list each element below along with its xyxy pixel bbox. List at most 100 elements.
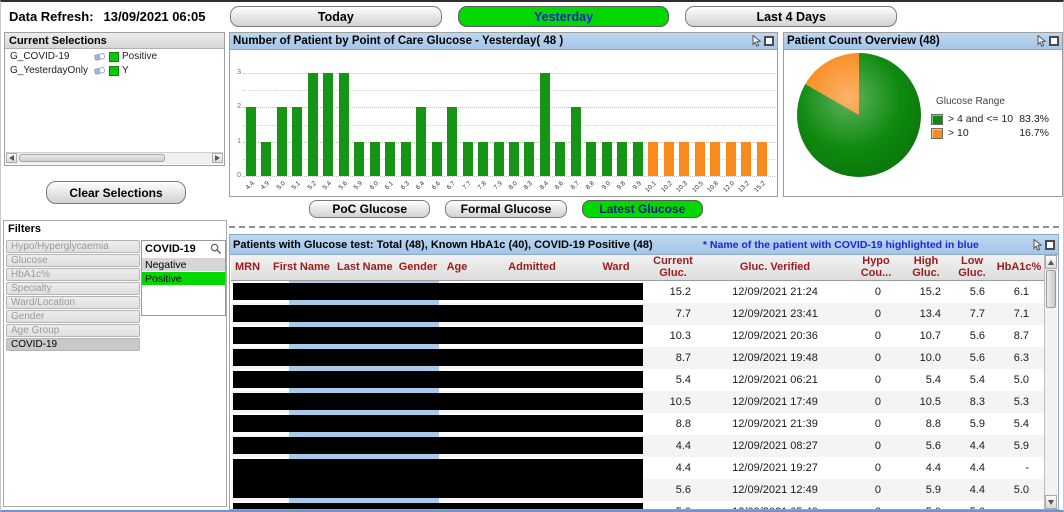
table-row[interactable]: 7.712/09/2021 23:41013.47.77.1 <box>231 303 1044 325</box>
table-row[interactable]: 4.412/09/2021 08:2705.64.45.9 <box>231 435 1044 457</box>
bar-4-9[interactable] <box>261 142 271 176</box>
bar-6-6[interactable] <box>432 142 442 176</box>
cell: 15.2 <box>903 281 949 303</box>
table-row[interactable]: 4.412/09/2021 19:2704.44.4- <box>231 457 1044 479</box>
bar-5-1[interactable] <box>292 107 302 176</box>
filter-item-glucose[interactable]: Glucose <box>6 254 140 267</box>
maximize-icon[interactable] <box>764 36 774 46</box>
scroll-up-icon[interactable] <box>1045 255 1057 269</box>
filter-item-gender[interactable]: Gender <box>6 310 140 323</box>
covid-option-positive[interactable]: Positive <box>142 272 225 285</box>
bar-9-9[interactable] <box>633 142 643 176</box>
time-button-yesterday[interactable]: Yesterday <box>458 6 670 27</box>
cell: 4.4 <box>903 457 949 479</box>
column-header-gender[interactable]: Gender <box>399 255 437 280</box>
eraser-icon[interactable] <box>94 52 106 62</box>
eraser-icon[interactable] <box>94 66 106 76</box>
table-row[interactable]: 5.612/09/2021 12:4905.94.45.0 <box>231 479 1044 501</box>
table-row[interactable]: 5.412/09/2021 06:2105.45.45.0 <box>231 369 1044 391</box>
bar-10-2[interactable] <box>664 142 674 176</box>
bar-7-9[interactable] <box>494 142 504 176</box>
bar-5-0[interactable] <box>277 107 287 176</box>
column-header-low[interactable]: LowGluc. <box>949 255 995 280</box>
bar-6-4[interactable] <box>416 107 426 176</box>
filter-item-specialty[interactable]: Specialty <box>6 282 140 295</box>
bar-10-5[interactable] <box>695 142 705 176</box>
column-header-current[interactable]: CurrentGluc. <box>645 255 701 280</box>
bar-13-2[interactable] <box>741 142 751 176</box>
bar-10-1[interactable] <box>648 142 658 176</box>
time-button-today[interactable]: Today <box>230 6 442 27</box>
column-header-hba1c[interactable]: HbA1c% <box>995 255 1043 280</box>
filter-item-covid-19[interactable]: COVID-19 <box>6 338 140 351</box>
bar-10-8[interactable] <box>710 142 720 176</box>
bar-8-0[interactable] <box>509 142 519 176</box>
search-icon[interactable] <box>210 243 222 255</box>
column-header-admitted[interactable]: Admitted <box>477 255 587 280</box>
filter-item-age-group[interactable]: Age Group <box>6 324 140 337</box>
glucose-button-poc-glucose[interactable]: PoC Glucose <box>309 200 430 218</box>
column-header-ward[interactable]: Ward <box>587 255 645 280</box>
bar-6-0[interactable] <box>370 142 380 176</box>
bar-6-1[interactable] <box>385 142 395 176</box>
covid-option-negative[interactable]: Negative <box>142 258 225 271</box>
legend-row-4-and-10[interactable]: > 4 and <= 1083.3% <box>931 112 1049 126</box>
cell <box>269 325 333 347</box>
glucose-button-latest-glucose[interactable]: Latest Glucose <box>582 200 703 218</box>
column-header-last-name[interactable]: Last Name <box>333 255 399 280</box>
bar-5-2[interactable] <box>308 73 318 176</box>
bar-8-4[interactable] <box>540 73 550 176</box>
filter-item-hba1c[interactable]: HbA1c% <box>6 268 140 281</box>
bar-8-7[interactable] <box>571 107 581 176</box>
cell: 0 <box>849 413 903 435</box>
bar-4-4[interactable] <box>246 107 256 176</box>
table-row[interactable]: 10.312/09/2021 20:36010.75.68.7 <box>231 325 1044 347</box>
bar-9-8[interactable] <box>617 142 627 176</box>
table-row[interactable]: 10.512/09/2021 17:49010.58.35.3 <box>231 391 1044 413</box>
quick-select-arrow-icon[interactable] <box>1031 239 1042 251</box>
time-button-last-4-days[interactable]: Last 4 Days <box>685 6 897 27</box>
column-header-mrn[interactable]: MRN <box>231 255 269 280</box>
bar-15-2[interactable] <box>757 142 767 176</box>
vertical-scrollbar[interactable] <box>1044 255 1057 509</box>
bar-7-7[interactable] <box>463 142 473 176</box>
cell <box>437 457 477 479</box>
glucose-range-pie[interactable] <box>797 53 921 177</box>
table-row[interactable]: 15.212/09/2021 21:24015.25.66.1 <box>231 281 1044 303</box>
bar-5-6[interactable] <box>339 73 349 176</box>
scroll-right-icon[interactable] <box>212 153 223 163</box>
scroll-down-icon[interactable] <box>1045 495 1057 509</box>
column-header-high[interactable]: HighGluc. <box>903 255 949 280</box>
scrollbar-thumb[interactable] <box>1046 270 1056 308</box>
bar-5-4[interactable] <box>323 73 333 176</box>
column-header-first-name[interactable]: First Name <box>269 255 333 280</box>
quick-select-arrow-icon[interactable] <box>1035 35 1046 47</box>
bar-12-0[interactable] <box>726 142 736 176</box>
bar-8-6[interactable] <box>555 142 565 176</box>
quick-select-arrow-icon[interactable] <box>750 35 761 47</box>
clear-selections-button[interactable]: Clear Selections <box>46 181 186 204</box>
bar-8-8[interactable] <box>586 142 596 176</box>
scroll-left-icon[interactable] <box>6 153 17 163</box>
bar-7-8[interactable] <box>478 142 488 176</box>
column-header-age[interactable]: Age <box>437 255 477 280</box>
bar-9-0[interactable] <box>602 142 612 176</box>
filter-item-ward-location[interactable]: Ward/Location <box>6 296 140 309</box>
column-header-gluc-verified[interactable]: Gluc. Verified <box>701 255 849 280</box>
bar-10-3[interactable] <box>679 142 689 176</box>
table-row[interactable]: 5.012/09/2021 05:4005.05.0 <box>231 501 1044 509</box>
bar-6-3[interactable] <box>401 142 411 176</box>
table-row[interactable]: 8.712/09/2021 19:48010.05.66.3 <box>231 347 1044 369</box>
glucose-button-formal-glucose[interactable]: Formal Glucose <box>445 200 566 218</box>
filter-item-hypo-hyperglycaemia[interactable]: Hypo/Hyperglycaemia <box>6 240 140 253</box>
bar-5-9[interactable] <box>354 142 364 176</box>
bar-6-7[interactable] <box>447 107 457 176</box>
maximize-icon[interactable] <box>1049 36 1059 46</box>
legend-row-10[interactable]: > 1016.7% <box>931 126 1049 140</box>
horizontal-scrollbar[interactable] <box>6 152 223 164</box>
maximize-icon[interactable] <box>1045 240 1055 250</box>
bar-8-3[interactable] <box>524 142 534 176</box>
table-row[interactable]: 8.812/09/2021 21:3908.85.95.4 <box>231 413 1044 435</box>
column-header-hypo[interactable]: HypoCou... <box>849 255 903 280</box>
scrollbar-thumb[interactable] <box>19 154 165 162</box>
